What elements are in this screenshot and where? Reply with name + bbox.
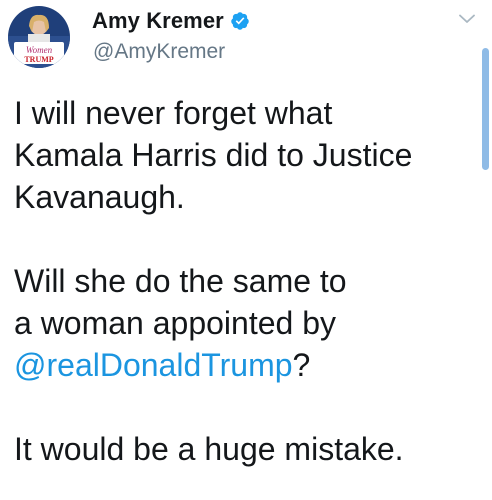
tweet-text: I will never forget what Kamala Harris d… xyxy=(14,92,480,470)
tweet-line: a woman appointed by xyxy=(14,305,336,341)
tweet-card: Women TRUMP Amy Kremer @AmyKremer I will… xyxy=(0,0,492,500)
display-name[interactable]: Amy Kremer xyxy=(92,8,224,34)
author-handle[interactable]: @AmyKremer xyxy=(93,40,225,64)
mention-link[interactable]: @realDonaldTrump xyxy=(14,347,293,383)
svg-text:TRUMP: TRUMP xyxy=(24,55,53,64)
verified-badge-icon xyxy=(231,12,249,30)
author-name-row: Amy Kremer xyxy=(92,8,250,34)
tweet-line: Kamala Harris did to Justice xyxy=(14,137,413,173)
avatar-image: Women TRUMP xyxy=(8,6,70,68)
scrollbar[interactable] xyxy=(482,48,489,170)
tweet-line-with-mention: @realDonaldTrump? xyxy=(14,344,480,386)
svg-text:Women: Women xyxy=(26,45,53,55)
chevron-down-icon[interactable] xyxy=(459,14,475,24)
tweet-line: It would be a huge mistake. xyxy=(14,431,404,467)
avatar[interactable]: Women TRUMP xyxy=(8,6,70,68)
mention-suffix: ? xyxy=(292,347,311,383)
tweet-line: Will she do the same to xyxy=(14,263,347,299)
tweet-line: I will never forget what xyxy=(14,95,333,131)
tweet-line: Kavanaugh. xyxy=(14,179,185,215)
